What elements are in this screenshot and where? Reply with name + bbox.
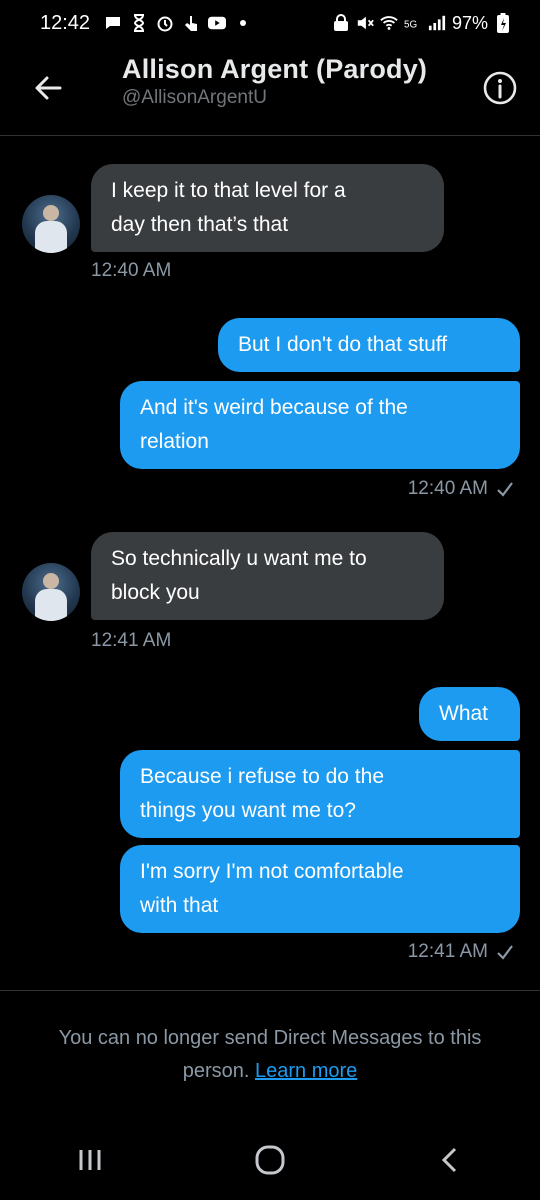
incoming-message-bubble[interactable]: I keep it to that level for a day then t… — [91, 164, 444, 252]
lock-icon — [332, 14, 350, 32]
youtube-icon — [208, 14, 227, 32]
hourglass-icon — [130, 14, 148, 32]
status-left: 12:42 — [40, 12, 252, 35]
message-line: I keep it to that level for a — [111, 179, 346, 202]
outgoing-message-bubble[interactable]: What — [419, 687, 520, 741]
message-line: Because i refuse to do the — [140, 765, 384, 788]
back-button[interactable] — [28, 68, 68, 108]
recent-apps-icon — [79, 1150, 101, 1170]
conversation-title-block[interactable]: Allison Argent (Parody) @AllisonArgentU — [122, 54, 427, 109]
signal-icon — [428, 14, 446, 32]
status-bar: 12:42 5G 97% — [0, 0, 540, 46]
outgoing-message-bubble[interactable]: But I don't do that stuff — [218, 318, 520, 372]
learn-more-link[interactable]: Learn more — [255, 1060, 357, 1082]
message-line: And it's weird because of the — [140, 396, 408, 419]
back-arrow-icon — [35, 76, 62, 100]
dm-disabled-notice: You can no longer send Direct Messages t… — [30, 1022, 510, 1088]
battery-icon — [494, 13, 512, 33]
conversation-info-button[interactable] — [482, 70, 518, 106]
sent-check-icon — [497, 945, 513, 960]
5g-icon: 5G — [404, 14, 422, 32]
status-time: 12:42 — [40, 11, 91, 34]
message-line: But I don't do that stuff — [238, 333, 448, 356]
outgoing-message-bubble[interactable]: Because i refuse to do the things you wa… — [120, 750, 520, 838]
system-navigation-bar — [0, 1120, 540, 1200]
status-right: 5G 97% — [332, 13, 512, 34]
message-timestamp-row: 12:41 AM — [408, 941, 514, 963]
message-line: What — [439, 702, 489, 725]
message-timestamp: 12:40 AM — [407, 478, 488, 499]
wifi-icon — [380, 14, 398, 32]
contact-handle: @AllisonArgentU — [122, 87, 267, 108]
message-timestamp: 12:40 AM — [91, 260, 172, 281]
message-line: things you want me to? — [140, 799, 356, 822]
message-line: block you — [111, 581, 200, 604]
outgoing-message-bubble[interactable]: I'm sorry I'm not comfortable with that — [120, 845, 520, 933]
message-timestamp: 12:41 AM — [91, 630, 172, 651]
message-line: I'm sorry I'm not comfortable — [140, 860, 404, 883]
contact-avatar[interactable] — [22, 195, 80, 253]
mute-icon — [356, 14, 374, 32]
svg-text:5G: 5G — [404, 20, 417, 31]
message-timestamp: 12:41 AM — [407, 941, 488, 962]
recent-apps-button[interactable] — [60, 1130, 120, 1190]
message-line: day then that’s that — [111, 213, 289, 236]
battery-percent: 97% — [451, 12, 488, 33]
contact-avatar[interactable] — [22, 563, 80, 621]
back-chevron-icon — [441, 1147, 457, 1173]
alarm-icon — [156, 14, 174, 32]
message-line: with that — [140, 894, 219, 917]
message-notification-icon — [104, 14, 122, 32]
back-nav-button[interactable] — [420, 1130, 480, 1190]
footer-divider — [0, 990, 540, 991]
incoming-message-bubble[interactable]: So technically u want me to block you — [91, 532, 444, 620]
sent-check-icon — [497, 482, 513, 497]
home-button[interactable] — [240, 1130, 300, 1190]
contact-name: Allison Argent (Parody) — [122, 54, 428, 84]
home-icon — [255, 1145, 285, 1175]
outgoing-message-bubble[interactable]: And it's weird because of the relation — [120, 381, 520, 469]
message-timestamp-row: 12:40 AM — [408, 478, 514, 500]
message-line: So technically u want me to — [111, 547, 367, 570]
message-line: relation — [140, 430, 209, 453]
touch-icon — [182, 14, 200, 32]
info-icon — [483, 71, 517, 105]
dot-icon — [234, 14, 252, 32]
conversation-header: Allison Argent (Parody) @AllisonArgentU — [0, 46, 540, 136]
